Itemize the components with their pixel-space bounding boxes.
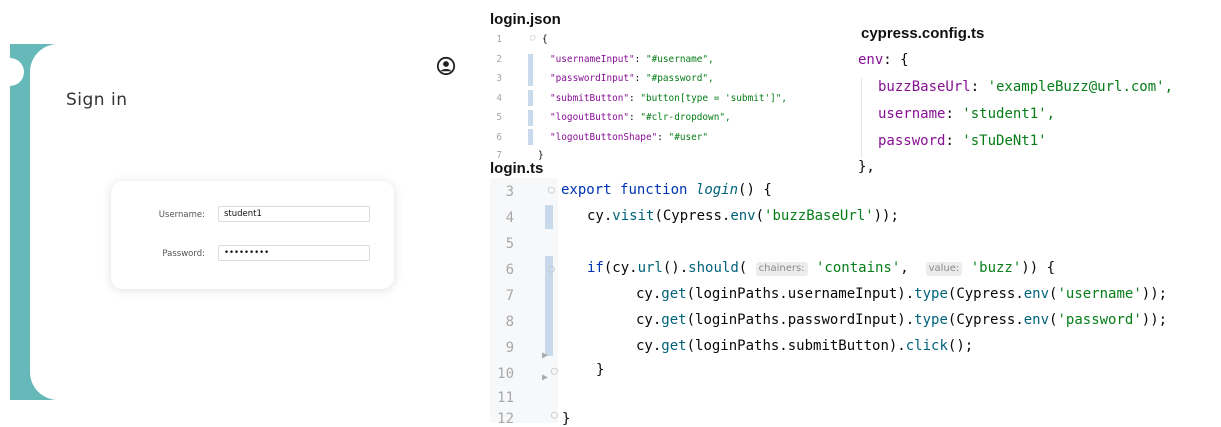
code-line: "passwordInput": "#password", — [550, 73, 714, 84]
login-json-label: login.json — [490, 11, 561, 28]
run-arrow-icon[interactable]: ▶ — [542, 350, 548, 361]
password-row: Password: — [111, 245, 394, 265]
change-marker — [545, 205, 553, 229]
code-line: }, — [858, 159, 875, 175]
cypress-config-editor: env: { buzzBaseUrl: 'exampleBuzz@url.com… — [858, 50, 1220, 180]
code-line: cy.get(loginPaths.passwordInput).type(Cy… — [636, 312, 1168, 328]
username-row: Username: — [111, 206, 394, 226]
param-hint: chainers: — [755, 262, 808, 276]
change-marker — [528, 110, 533, 126]
line-number: 11 — [497, 390, 514, 406]
code-line: cy.get(loginPaths.submitButton).click(); — [636, 338, 974, 354]
line-number: 4 — [496, 93, 502, 104]
login-ts-label: login.ts — [490, 160, 544, 177]
user-circle-icon[interactable] — [436, 56, 456, 76]
code-line: cy.get(loginPaths.usernameInput).type(Cy… — [636, 286, 1168, 302]
cypress-config-label: cypress.config.ts — [861, 25, 985, 42]
code-line: env: { — [858, 52, 909, 68]
line-number: 5 — [496, 112, 502, 123]
line-number: 2 — [496, 54, 502, 65]
password-label: Password: — [162, 249, 205, 259]
code-line: { — [542, 34, 548, 45]
line-number: 6 — [496, 132, 502, 143]
login-page: Sign in Username: Password: — [30, 44, 484, 400]
line-number: 3 — [505, 184, 514, 200]
line-number: 9 — [505, 340, 514, 356]
login-window-frame: Sign in Username: Password: — [10, 44, 484, 400]
fold-icon[interactable]: ◯ — [551, 364, 558, 377]
login-ts-editor: 3 4 5 6 7 8 9 10 11 12 ◯ ◯ ▶ ▶ ◯ ◯ expor… — [490, 178, 1221, 427]
username-input[interactable] — [218, 206, 370, 222]
line-number: 10 — [497, 366, 514, 382]
change-marker — [528, 90, 533, 106]
change-marker — [528, 129, 533, 145]
password-input[interactable] — [218, 245, 370, 261]
line-number: 1 — [496, 34, 502, 45]
code-line: username: 'student1', — [878, 106, 1056, 122]
line-number: 7 — [496, 150, 502, 161]
line-number: 3 — [496, 73, 502, 84]
line-number: 8 — [505, 314, 514, 330]
line-number: 4 — [505, 210, 514, 226]
code-line: if(cy.url().should( chainers: 'contains'… — [587, 260, 1056, 276]
code-line: "usernameInput": "#username", — [550, 54, 714, 65]
code-line: password: 'sTuDeNt1' — [878, 133, 1047, 149]
code-line: cy.visit(Cypress.env('buzzBaseUrl')); — [587, 208, 899, 224]
code-line: } — [596, 362, 605, 378]
fold-icon[interactable]: ◯ — [530, 33, 535, 43]
line-number: 6 — [505, 262, 514, 278]
login-json-editor: 1 2 3 4 5 6 7 ◯ { "usernameInput": "#use… — [490, 28, 850, 161]
line-number: 5 — [505, 236, 514, 252]
fold-icon[interactable]: ◯ — [551, 408, 558, 421]
code-line: } — [538, 150, 544, 161]
indent-guide — [861, 78, 862, 158]
page-title: Sign in — [66, 90, 128, 110]
code-line: "logoutButtonShape": "#user" — [550, 132, 709, 143]
line-number: 12 — [497, 411, 514, 427]
username-label: Username: — [158, 210, 205, 220]
fold-icon[interactable]: ◯ — [548, 183, 555, 196]
change-marker — [528, 54, 533, 86]
code-line: "submitButton": "button[type = 'submit']… — [550, 93, 788, 104]
code-line: export function login() { — [561, 182, 772, 198]
run-arrow-icon[interactable]: ▶ — [542, 372, 548, 383]
frame-notch — [10, 58, 24, 86]
code-line: "logoutButton": "#clr-dropdown", — [550, 112, 731, 123]
login-form: Username: Password: — [111, 181, 394, 289]
line-number: 7 — [505, 288, 514, 304]
param-hint: value: — [925, 262, 963, 276]
code-line: } — [562, 411, 571, 427]
fold-icon[interactable]: ◯ — [548, 262, 555, 275]
code-line: buzzBaseUrl: 'exampleBuzz@url.com', — [878, 79, 1174, 95]
